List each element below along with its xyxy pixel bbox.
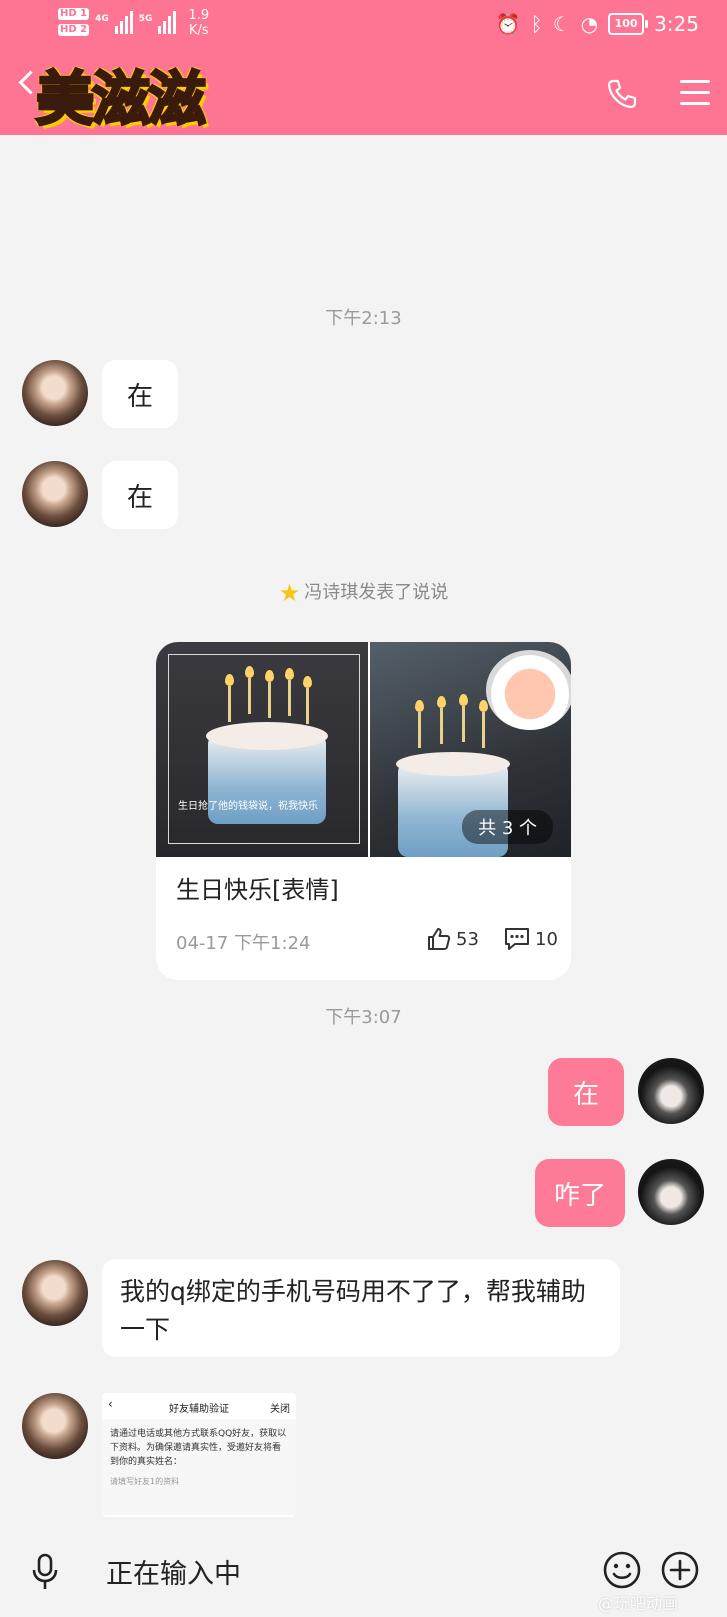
message-input[interactable]: 正在输入中 [106, 1552, 241, 1591]
screenshot-title: 好友辅助验证 [169, 1404, 229, 1415]
shared-post-card[interactable]: 生日抢了他的钱袋说，祝我快乐 共 3 个 生日快乐[表情] 04-17 下午1:… [156, 642, 571, 980]
screenshot-header: ‹ 好友辅助验证 关闭 [102, 1393, 296, 1419]
outgoing-message-1[interactable]: 在 [548, 1058, 624, 1126]
watermark: @玩吧动画 [598, 1594, 679, 1613]
comment-icon [505, 928, 529, 950]
timestamp-1: 下午2:13 [325, 308, 402, 329]
contact-avatar[interactable] [22, 1260, 88, 1326]
network-type-1: 4G [95, 14, 109, 24]
incoming-message-2[interactable]: 在 [102, 461, 178, 529]
screenshot-body: 请通过电话或其他方式联系QQ好友，获取以下资料。为确保邀请真实性，受邀好友将看到… [102, 1419, 296, 1515]
star-icon: ★ [278, 579, 301, 607]
thumbs-up-icon [428, 928, 451, 950]
sim1-badge: HD 1 [58, 8, 90, 20]
network-type-2: 5G [138, 14, 153, 24]
post-notice-text: 冯诗琪发表了说说 [304, 582, 449, 603]
like-count: 53 [456, 928, 479, 950]
incoming-message-1[interactable]: 在 [102, 360, 178, 428]
chat-title-logo: 美滋滋 [34, 64, 207, 135]
signal-indicators: HD 1 HD 2 4G 5G 1.9 K/s [58, 8, 209, 38]
post-image-1: 生日抢了他的钱袋说，祝我快乐 [156, 642, 368, 857]
screenshot-text: 请通过电话或其他方式联系QQ好友，获取以下资料。为确保邀请真实性，受邀好友将看到… [110, 1429, 287, 1467]
image-count-badge: 共 3 个 [462, 810, 553, 844]
add-icon[interactable] [660, 1550, 700, 1590]
emoji-sticker [486, 650, 571, 730]
microphone-icon[interactable] [30, 1552, 60, 1592]
bluetooth-icon: ᛒ [530, 12, 543, 36]
phone-call-icon[interactable] [606, 78, 638, 110]
battery-icon: 100 [608, 13, 649, 35]
alarm-icon: ⏰ [495, 12, 521, 36]
timestamp-2: 下午3:07 [325, 1007, 402, 1028]
top-bar: HD 1 HD 2 4G 5G 1.9 K/s ⏰ ᛒ ☾ ◔ 100 3:25 [0, 0, 727, 135]
speedometer-icon: ◔ [580, 12, 599, 36]
contact-avatar[interactable] [22, 360, 88, 426]
sim-badges: HD 1 HD 2 [58, 8, 90, 36]
menu-icon[interactable] [680, 80, 710, 106]
status-time: 3:25 [654, 12, 699, 36]
sim2-badge: HD 2 [58, 24, 90, 36]
speed-unit: K/s [188, 23, 209, 38]
post-date: 04-17 下午1:24 [176, 933, 311, 954]
outgoing-message-2[interactable]: 咋了 [535, 1159, 625, 1227]
incoming-image-message[interactable]: ‹ 好友辅助验证 关闭 请通过电话或其他方式联系QQ好友，获取以下资料。为确保邀… [102, 1393, 296, 1517]
my-avatar[interactable] [638, 1159, 704, 1225]
system-indicators: ⏰ ᛒ ☾ ◔ 100 3:25 [496, 12, 699, 36]
my-avatar[interactable] [638, 1058, 704, 1124]
incoming-message-3[interactable]: 我的q绑定的手机号码用不了了，帮我辅助一下 [102, 1259, 620, 1357]
post-title: 生日快乐[表情] [176, 876, 339, 904]
post-image-caption: 生日抢了他的钱袋说，祝我快乐 [178, 801, 318, 812]
like-button[interactable]: 53 [426, 926, 479, 952]
post-notice: ★ 冯诗琪发表了说说 [0, 578, 727, 607]
speed-value: 1.9 [188, 8, 210, 23]
signal-bars-2-icon [158, 8, 177, 34]
screenshot-close: 关闭 [270, 1404, 290, 1415]
emoji-icon[interactable] [602, 1550, 642, 1590]
signal-bars-1-icon [114, 8, 133, 34]
comment-button[interactable]: 10 [503, 926, 558, 952]
moon-icon: ☾ [552, 12, 571, 36]
contact-avatar[interactable] [22, 461, 88, 527]
status-bar: HD 1 HD 2 4G 5G 1.9 K/s ⏰ ᛒ ☾ ◔ 100 3:25 [0, 0, 727, 52]
post-images[interactable]: 生日抢了他的钱袋说，祝我快乐 共 3 个 [156, 642, 571, 857]
contact-avatar[interactable] [22, 1393, 88, 1459]
comment-count: 10 [535, 928, 558, 950]
screenshot-hint: 请填写好友1的资料 [110, 1477, 180, 1486]
network-speed: 1.9 K/s [188, 8, 209, 38]
